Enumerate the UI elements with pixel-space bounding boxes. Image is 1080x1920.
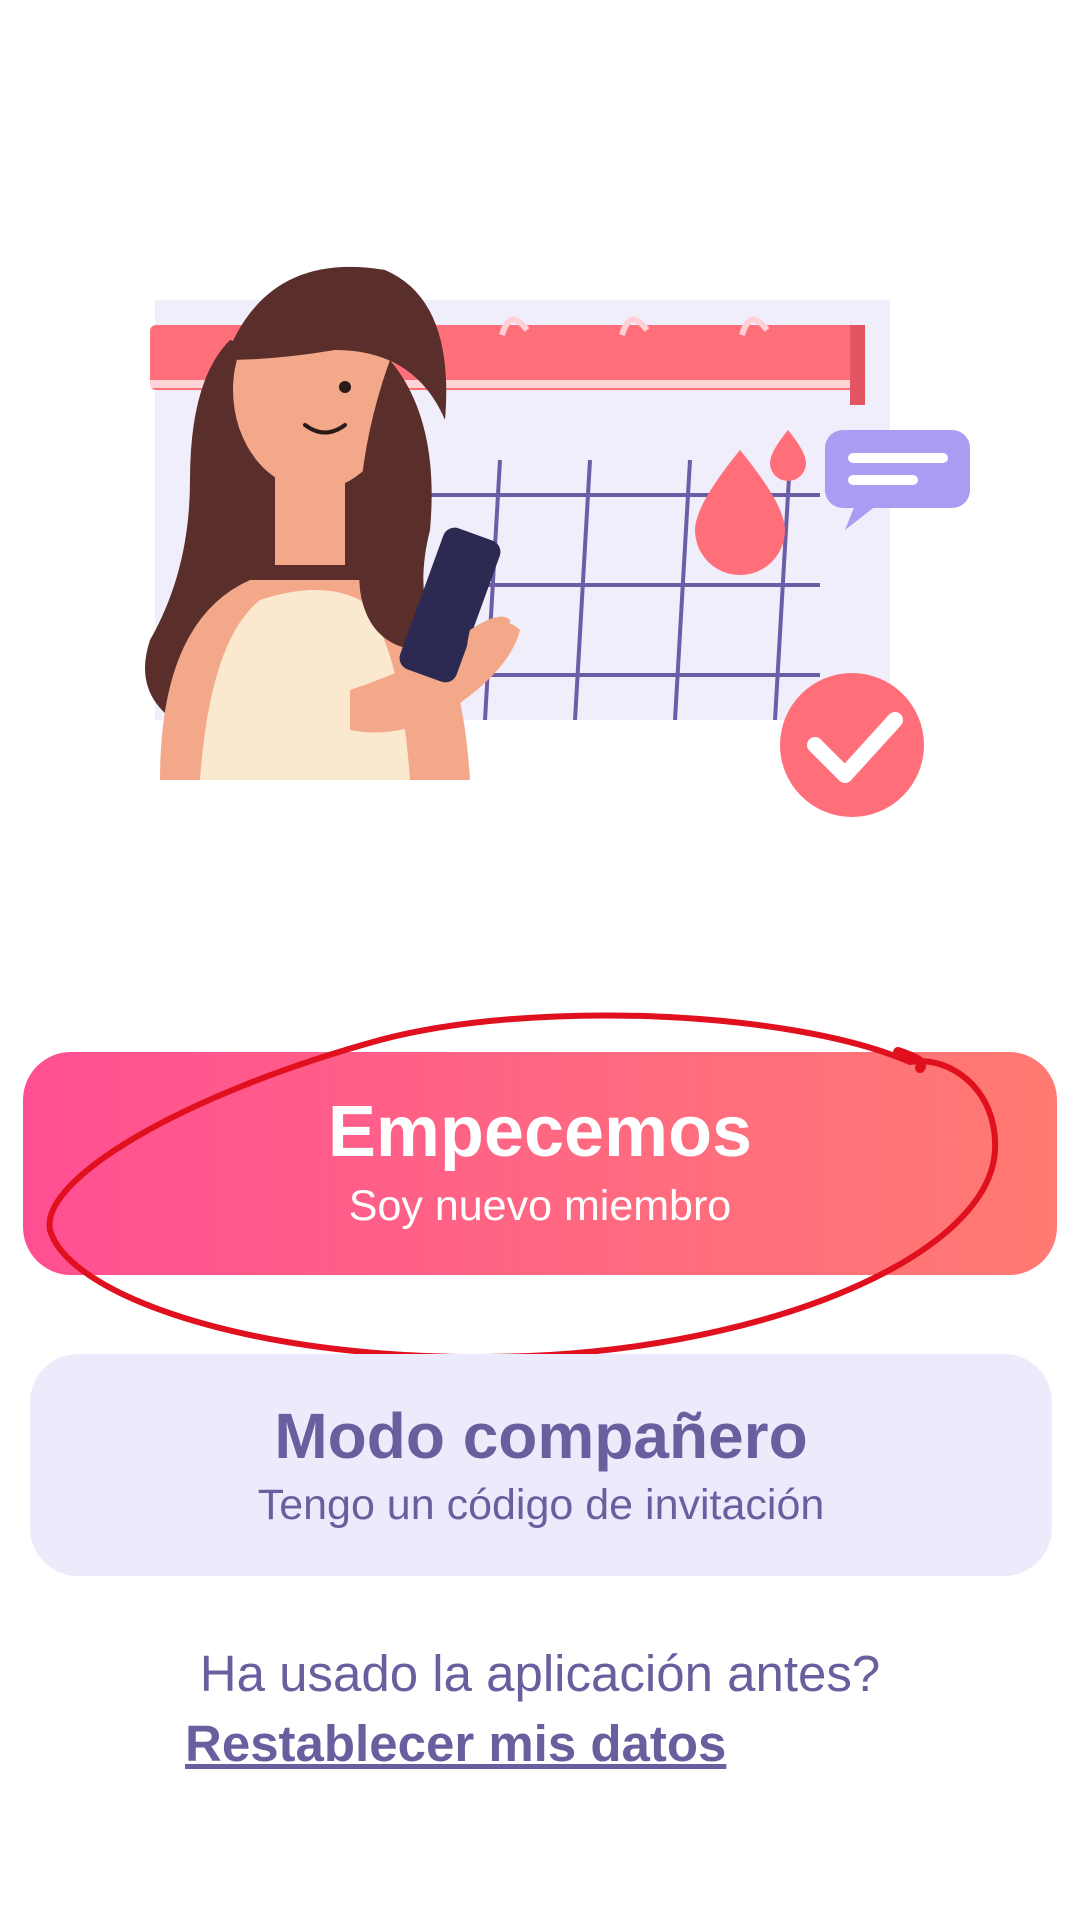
partner-mode-title: Modo compañero [274, 1400, 808, 1472]
partner-mode-button[interactable]: Modo compañero Tengo un código de invita… [30, 1354, 1052, 1576]
used-before-question: Ha usado la aplicación antes? [199, 1645, 881, 1702]
start-button-title: Empecemos [327, 1092, 753, 1172]
restore-data-link[interactable]: Restablecer mis datos [185, 1715, 726, 1772]
check-badge-icon [780, 673, 924, 817]
onboarding-screen: Empecemos Soy nuevo miembro Modo compañe… [0, 0, 1080, 1920]
start-button[interactable]: Empecemos Soy nuevo miembro [23, 1052, 1057, 1275]
start-button-subtitle: Soy nuevo miembro [348, 1182, 732, 1230]
partner-mode-subtitle: Tengo un código de invitación [257, 1481, 825, 1529]
woman-calendar-illustration [145, 266, 970, 817]
